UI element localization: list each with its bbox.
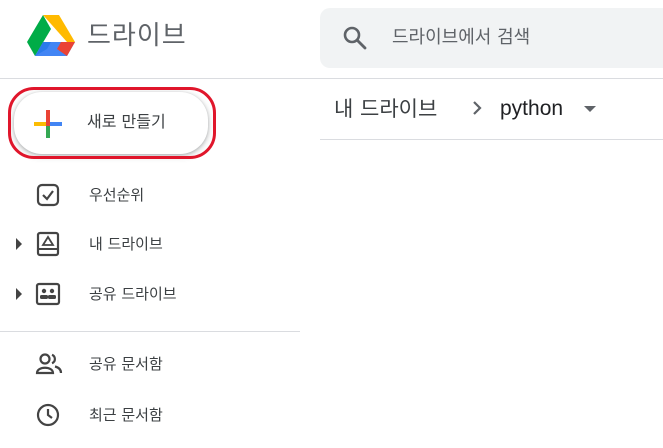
top-header: 드라이브: [0, 0, 663, 79]
new-button-label: 새로 만들기: [87, 112, 166, 131]
sidebar-divider: [0, 331, 300, 332]
search-icon[interactable]: [342, 25, 368, 51]
search-input[interactable]: [392, 20, 663, 54]
people-icon: [35, 351, 63, 377]
chevron-right-icon: [470, 99, 484, 117]
breadcrumb: 내 드라이브 python: [320, 79, 663, 140]
sidebar-item-shared-with-me[interactable]: 공유 문서함: [0, 342, 300, 386]
sidebar-item-label: 공유 문서함: [89, 355, 163, 373]
clock-icon: [35, 402, 61, 428]
priority-check-icon: [35, 182, 61, 208]
sidebar-item-label: 내 드라이브: [89, 235, 163, 253]
app-title[interactable]: 드라이브: [87, 19, 187, 53]
sidebar-item-shared-drives[interactable]: 공유 드라이브: [0, 272, 300, 316]
sidebar-item-label: 최근 문서함: [89, 406, 163, 424]
plus-icon: [34, 110, 62, 138]
dropdown-arrow-icon[interactable]: [584, 106, 596, 112]
my-drive-icon: [35, 231, 61, 257]
sidebar-item-label: 공유 드라이브: [89, 285, 177, 303]
sidebar-item-label: 우선순위: [89, 186, 145, 204]
new-button[interactable]: 새로 만들기: [14, 92, 208, 154]
expand-arrow-icon[interactable]: [16, 288, 22, 300]
breadcrumb-root[interactable]: 내 드라이브: [334, 94, 437, 124]
sidebar-item-recent[interactable]: 최근 문서함: [0, 393, 300, 437]
sidebar-item-my-drive[interactable]: 내 드라이브: [0, 222, 300, 266]
drive-logo-icon[interactable]: [27, 15, 75, 58]
sidebar-item-priority[interactable]: 우선순위: [0, 173, 300, 217]
breadcrumb-current-folder[interactable]: python: [500, 94, 563, 124]
expand-arrow-icon[interactable]: [16, 238, 22, 250]
shared-drive-icon: [35, 281, 61, 307]
search-bar[interactable]: [320, 8, 663, 68]
